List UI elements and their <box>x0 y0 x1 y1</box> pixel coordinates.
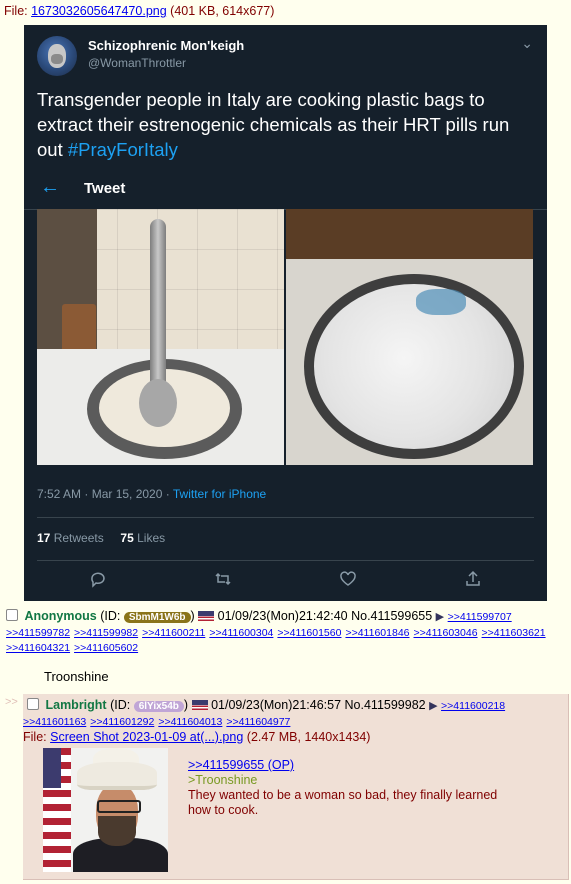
file-label: File: <box>23 730 47 744</box>
file-info: File: Screen Shot 2023-01-09 at(...).png… <box>23 730 370 744</box>
tweet-hashtag: #PrayForItaly <box>67 139 178 160</box>
reply-link[interactable]: >>411600218 <box>441 700 505 712</box>
likes-label: Likes <box>137 531 166 545</box>
quote-link[interactable]: >>411599655 (OP) <box>188 758 294 772</box>
file-info: File: 1673032605647470.png (401 KB, 614x… <box>4 4 274 18</box>
file-meta: (2.47 MB, 1440x1434) <box>246 730 371 744</box>
photo-rice-pot <box>37 209 284 465</box>
reply-link[interactable]: >>411605602 <box>74 642 138 654</box>
like-icon <box>339 570 357 593</box>
poster-id-badge[interactable]: SbmM1W6b <box>123 612 191 623</box>
reply-link[interactable]: >>411600211 <box>142 627 205 639</box>
post-datetime: 01/09/23(Mon)21:46:57 <box>211 698 342 712</box>
poster-id-suffix: ) <box>183 698 189 712</box>
likes-count: 75 <box>120 531 134 545</box>
retweets-label: Retweets <box>53 531 104 545</box>
reply-links: >>411601163 >>411601292 >>411604013 >>41160… <box>23 716 294 728</box>
reply-link[interactable]: >>411603621 <box>482 627 546 639</box>
post-message: >>411599655 (OP) >Troonshine They wanted… <box>188 758 518 818</box>
poster-id-prefix: (ID: <box>100 609 121 623</box>
post-number[interactable]: No.411599982 <box>345 698 426 712</box>
file-link[interactable]: Screen Shot 2023-01-09 at(...).png <box>50 730 243 744</box>
message-text: They wanted to be a woman so bad, they f… <box>188 788 498 817</box>
tweet-handle: @WomanThrottler <box>88 56 186 70</box>
post-header: Lambright (ID: 6lYix54b) 01/09/23(Mon)21… <box>27 698 505 712</box>
poster-id-badge[interactable]: 6lYix54b <box>133 701 184 712</box>
reply-link[interactable]: >>411601560 <box>277 627 341 639</box>
poster-name: Lambright <box>45 698 107 712</box>
tweet-stats: 17 Retweets 75 Likes <box>37 531 165 545</box>
retweet-icon <box>214 570 232 593</box>
reply-link[interactable]: >>411599782 <box>6 627 70 639</box>
menu-arrow-icon[interactable]: ▶ <box>429 700 437 712</box>
poster-id-suffix: ) <box>190 609 195 623</box>
reply-link[interactable]: >>411601846 <box>345 627 409 639</box>
reply-link[interactable]: >>411599982 <box>74 627 138 639</box>
reply-link[interactable]: >>411603046 <box>414 627 478 639</box>
tweet-display-name: Schizophrenic Mon'keigh <box>88 38 245 53</box>
divider <box>37 517 534 518</box>
poster-id-prefix: (ID: <box>110 698 131 712</box>
greentext: >Troonshine <box>188 773 258 787</box>
poster-name: Anonymous <box>24 609 97 623</box>
post-datetime: 01/09/23(Mon)21:42:40 <box>217 609 348 623</box>
post-message: Troonshine <box>44 669 109 684</box>
tweet-screenshot[interactable]: Schizophrenic Mon'keigh @WomanThrottler … <box>24 25 547 601</box>
reply-links: >>411599782 >>411599982 >>411600211 >>41160… <box>6 627 550 639</box>
tweet-header-label: Tweet <box>84 180 126 197</box>
menu-arrow-icon[interactable]: ▶ <box>436 611 444 623</box>
tweet-time: 7:52 AM · Mar 15, 2020 · <box>37 487 170 501</box>
file-link[interactable]: 1673032605647470.png <box>31 4 167 18</box>
reply-link[interactable]: >>411604013 <box>158 716 222 728</box>
tweet-meta: 7:52 AM · Mar 15, 2020 · Twitter for iPh… <box>37 487 266 501</box>
tweet-text: Transgender people in Italy are cooking … <box>37 87 537 162</box>
us-flag-icon <box>198 611 215 621</box>
post-thumbnail[interactable] <box>43 748 168 872</box>
file-label: File: <box>4 4 28 18</box>
reply-link[interactable]: >>411601292 <box>90 716 154 728</box>
reply-link[interactable]: >>411604977 <box>226 716 290 728</box>
post-checkbox[interactable] <box>27 698 39 710</box>
reply-marker: >> <box>5 696 18 708</box>
back-arrow-icon: ← <box>40 176 60 198</box>
reply-link[interactable]: >>411601163 <box>23 716 86 728</box>
tweet-header-bar: ← Tweet <box>24 170 547 210</box>
reply-links: >>411604321 >>411605602 <box>6 642 142 654</box>
post-checkbox[interactable] <box>6 609 18 621</box>
retweets-count: 17 <box>37 531 51 545</box>
photo-plastic-bags-pot <box>286 209 533 465</box>
divider <box>37 560 534 561</box>
reply-link[interactable]: >>411600304 <box>209 627 273 639</box>
us-flag-icon <box>191 700 208 710</box>
reply-link[interactable]: >>411599707 <box>448 611 512 623</box>
reply-link[interactable]: >>411604321 <box>6 642 70 654</box>
reply-icon <box>89 570 107 593</box>
avatar <box>37 36 77 76</box>
share-icon <box>464 570 482 593</box>
post-number[interactable]: No.411599655 <box>351 609 432 623</box>
post-header: Anonymous (ID: SbmM1W6b) 01/09/23(Mon)21… <box>6 609 512 623</box>
reply-post: >> Lambright (ID: 6lYix54b) 01/09/23(Mon… <box>5 694 569 880</box>
file-meta: (401 KB, 614x677) <box>170 4 275 18</box>
tweet-actions <box>24 570 547 596</box>
chevron-down-icon: ⌄ <box>521 35 533 51</box>
tweet-source: Twitter for iPhone <box>172 487 267 501</box>
